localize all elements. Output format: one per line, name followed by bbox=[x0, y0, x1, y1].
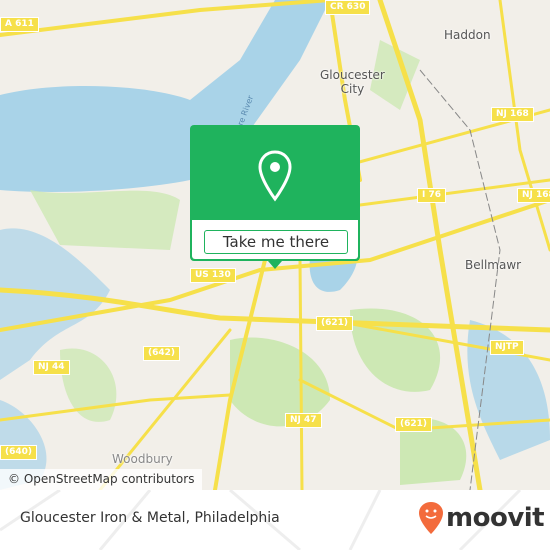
route-shield: NJ 44 bbox=[33, 360, 70, 375]
map[interactable]: Delaware River Haddon Gloucester City Be… bbox=[0, 0, 550, 490]
take-me-there-button[interactable]: Take me there bbox=[204, 230, 348, 254]
route-shield: (642) bbox=[143, 346, 181, 361]
route-shield: NJ 168 bbox=[517, 188, 550, 203]
route-shield: (621) bbox=[395, 417, 433, 432]
location-popup: Take me there bbox=[190, 125, 360, 269]
map-attribution[interactable]: © OpenStreetMap contributors bbox=[0, 469, 203, 490]
route-shield: NJ 168 bbox=[491, 107, 534, 122]
moovit-pin-icon bbox=[419, 502, 443, 534]
place-label-woodbury: Woodbury bbox=[112, 452, 173, 466]
route-shield: NJ 47 bbox=[285, 413, 322, 428]
place-label-haddon: Haddon bbox=[444, 28, 491, 42]
route-shield: CR 630 bbox=[325, 0, 371, 15]
route-shield: (640) bbox=[0, 445, 38, 460]
moovit-logo[interactable]: moovit bbox=[418, 500, 545, 536]
footer: Gloucester Iron & Metal, Philadelphia mo… bbox=[0, 490, 550, 550]
place-label-gloucester-city: Gloucester City bbox=[320, 68, 385, 96]
moovit-logo-text: moovit bbox=[446, 503, 545, 533]
route-shield: I 76 bbox=[417, 188, 447, 203]
route-shield: US 130 bbox=[190, 268, 236, 283]
place-label-bellmawr: Bellmawr bbox=[465, 258, 522, 272]
route-shield: (621) bbox=[316, 316, 354, 331]
route-shield: A 611 bbox=[0, 17, 39, 32]
place-title: Gloucester Iron & Metal, Philadelphia bbox=[20, 510, 280, 526]
route-shield: NJTP bbox=[490, 340, 524, 355]
